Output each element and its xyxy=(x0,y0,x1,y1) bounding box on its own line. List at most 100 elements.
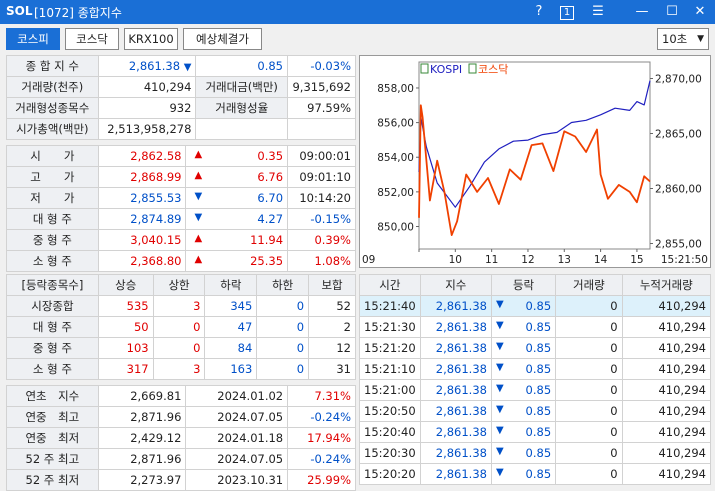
table-row: 52 주 최저 2,273.97 2023.10.31 25.99% xyxy=(6,469,356,491)
price-label: 중 형 주 xyxy=(6,229,99,251)
x-tick-label: 09 xyxy=(362,254,375,266)
column-header[interactable]: 누적거래량 xyxy=(621,274,712,296)
table-row: 소 형 주 2,368.80 ▲ 25.35 1.08% xyxy=(6,250,356,272)
x-tick-label: 10 xyxy=(449,254,462,266)
price-extra: 09:01:10 xyxy=(287,166,356,188)
tick-row[interactable]: 15:21:30 2,861.38 ▼ 0.85 0 410,294 xyxy=(359,316,712,338)
price-change-text: 6.70 xyxy=(257,191,284,205)
tab-kosdaq[interactable]: 코스닥 xyxy=(65,28,119,50)
yearly-label: 연초 지수 xyxy=(6,385,99,407)
menu-icon[interactable]: ☰ xyxy=(586,2,610,22)
screen-number-icon[interactable]: 1 xyxy=(555,2,579,22)
down-arrow-icon: ▼ xyxy=(495,467,504,478)
cap-label: 시가총액(백만) xyxy=(6,118,99,140)
tick-index: 2,861.38 xyxy=(419,463,492,485)
table-row: 고 가 2,868.99 ▲ 6.76 09:01:10 xyxy=(6,166,356,188)
tick-row[interactable]: 15:21:00 2,861.38 ▼ 0.85 0 410,294 xyxy=(359,379,712,401)
count-cell: 84 xyxy=(204,337,258,359)
count-label: 거래형성종목수 xyxy=(6,97,99,119)
x-tick-label: 11 xyxy=(485,254,498,266)
tick-volume: 0 xyxy=(555,400,623,422)
summary-table: 종 합 지 수 2,861.38 ▼ 0.85 -0.03% 거래량(천주) 4… xyxy=(6,55,357,140)
minimize-icon[interactable]: — xyxy=(630,2,654,22)
index-label: 종 합 지 수 xyxy=(6,55,99,77)
tick-row[interactable]: 15:20:20 2,861.38 ▼ 0.85 0 410,294 xyxy=(359,463,712,485)
tick-volume: 0 xyxy=(555,463,623,485)
price-extra: -0.15% xyxy=(287,208,356,230)
column-header[interactable]: 거래량 xyxy=(555,274,623,296)
price-extra: 10:14:20 xyxy=(287,187,356,209)
tick-change-text: 0.85 xyxy=(525,425,552,439)
table-row: 대 형 주 50 0 47 0 2 xyxy=(6,316,356,338)
yearly-rate: 25.99% xyxy=(287,469,356,491)
tick-volume: 0 xyxy=(555,442,623,464)
table-row: 대 형 주 2,874.89 ▼ 4.27 -0.15% xyxy=(6,208,356,230)
tick-change: ▼ 0.85 xyxy=(490,442,557,464)
price-change-text: 25.35 xyxy=(250,254,284,268)
row-label: 중 형 주 xyxy=(6,337,99,359)
left-tick-label: 858,00 xyxy=(377,83,414,95)
interval-select[interactable]: 10초 ▼ xyxy=(657,28,709,50)
count-cell: 12 xyxy=(308,337,356,359)
tick-change-text: 0.85 xyxy=(525,404,552,418)
column-header[interactable]: 시간 xyxy=(359,274,421,296)
column-header[interactable]: 보합 xyxy=(308,274,356,296)
x-tick-label: 14 xyxy=(594,254,608,266)
tick-cum-volume: 410,294 xyxy=(621,316,712,338)
column-header[interactable]: 상한 xyxy=(152,274,206,296)
count-cell: 0 xyxy=(256,358,310,380)
left-tick-label: 854,00 xyxy=(377,152,414,164)
tab-krx100[interactable]: KRX100 xyxy=(124,28,178,50)
screen-number-label: 1 xyxy=(560,6,574,20)
down-arrow-icon: ▼ xyxy=(495,362,504,373)
x-tick-label: 15:21:50 xyxy=(661,254,708,266)
close-icon[interactable]: ✕ xyxy=(688,2,712,22)
yearly-label: 연중 최저 xyxy=(6,427,99,449)
title-bar: SOL [1072] 종합지수 ? 1 ☰ — ☐ ✕ xyxy=(0,0,715,24)
count-cell: 0 xyxy=(256,337,310,359)
plot-area xyxy=(418,61,651,250)
tick-change-text: 0.85 xyxy=(525,383,552,397)
column-header[interactable]: 상승 xyxy=(97,274,154,296)
count-cell: 3 xyxy=(152,295,206,317)
legend-swatch xyxy=(420,63,429,74)
help-icon[interactable]: ? xyxy=(527,2,551,22)
tick-row[interactable]: 15:21:40 2,861.38 ▼ 0.85 0 410,294 xyxy=(359,295,712,317)
column-header[interactable]: 하락 xyxy=(204,274,258,296)
tick-row[interactable]: 15:20:50 2,861.38 ▼ 0.85 0 410,294 xyxy=(359,400,712,422)
maximize-icon[interactable]: ☐ xyxy=(660,2,684,22)
tick-row[interactable]: 15:21:10 2,861.38 ▼ 0.85 0 410,294 xyxy=(359,358,712,380)
up-arrow-icon: ▲ xyxy=(194,170,203,181)
price-change: ▼ 4.27 xyxy=(185,208,289,230)
table-row: 소 형 주 317 3 163 0 31 xyxy=(6,358,356,380)
row-label: 소 형 주 xyxy=(6,358,99,380)
count-cell: 0 xyxy=(256,295,310,317)
yearly-table: 연초 지수 2,669.81 2024.01.02 7.31% 연중 최고 2,871.9… xyxy=(6,385,356,491)
column-header[interactable]: [등락종목수] xyxy=(6,274,99,296)
tick-cum-volume: 410,294 xyxy=(621,400,712,422)
column-header[interactable]: 하한 xyxy=(256,274,310,296)
table-row: 연초 지수 2,669.81 2024.01.02 7.31% xyxy=(6,385,356,407)
price-extra: 0.39% xyxy=(287,229,356,251)
tick-cum-volume: 410,294 xyxy=(621,463,712,485)
tick-row[interactable]: 15:20:30 2,861.38 ▼ 0.85 0 410,294 xyxy=(359,442,712,464)
tab-kospi[interactable]: 코스피 xyxy=(6,28,60,50)
column-header[interactable]: 지수 xyxy=(419,274,492,296)
tick-index: 2,861.38 xyxy=(419,337,492,359)
price-change: ▲ 0.35 xyxy=(185,145,289,167)
empty-cell xyxy=(195,118,288,140)
tab-expected-price[interactable]: 예상체결가 xyxy=(183,28,262,50)
table-row: 거래량(천주) 410,294 거래대금(백만) 9,315,692 xyxy=(6,76,357,98)
table-row: 거래형성종목수 932 거래형성율 97.59% xyxy=(6,97,357,119)
legend-label: 코스닥 xyxy=(478,63,508,76)
tick-row[interactable]: 15:21:20 2,861.38 ▼ 0.85 0 410,294 xyxy=(359,337,712,359)
table-row: 연중 최저 2,429.12 2024.01.18 17.94% xyxy=(6,427,356,449)
price-value: 2,868.99 xyxy=(97,166,187,188)
tick-time: 15:21:20 xyxy=(359,337,421,359)
column-header[interactable]: 등락 xyxy=(490,274,557,296)
count-cell: 0 xyxy=(256,316,310,338)
count-cell: 103 xyxy=(97,337,154,359)
tick-row[interactable]: 15:20:40 2,861.38 ▼ 0.85 0 410,294 xyxy=(359,421,712,443)
yearly-date: 2024.01.18 xyxy=(185,427,289,449)
price-change: ▲ 6.76 xyxy=(185,166,289,188)
